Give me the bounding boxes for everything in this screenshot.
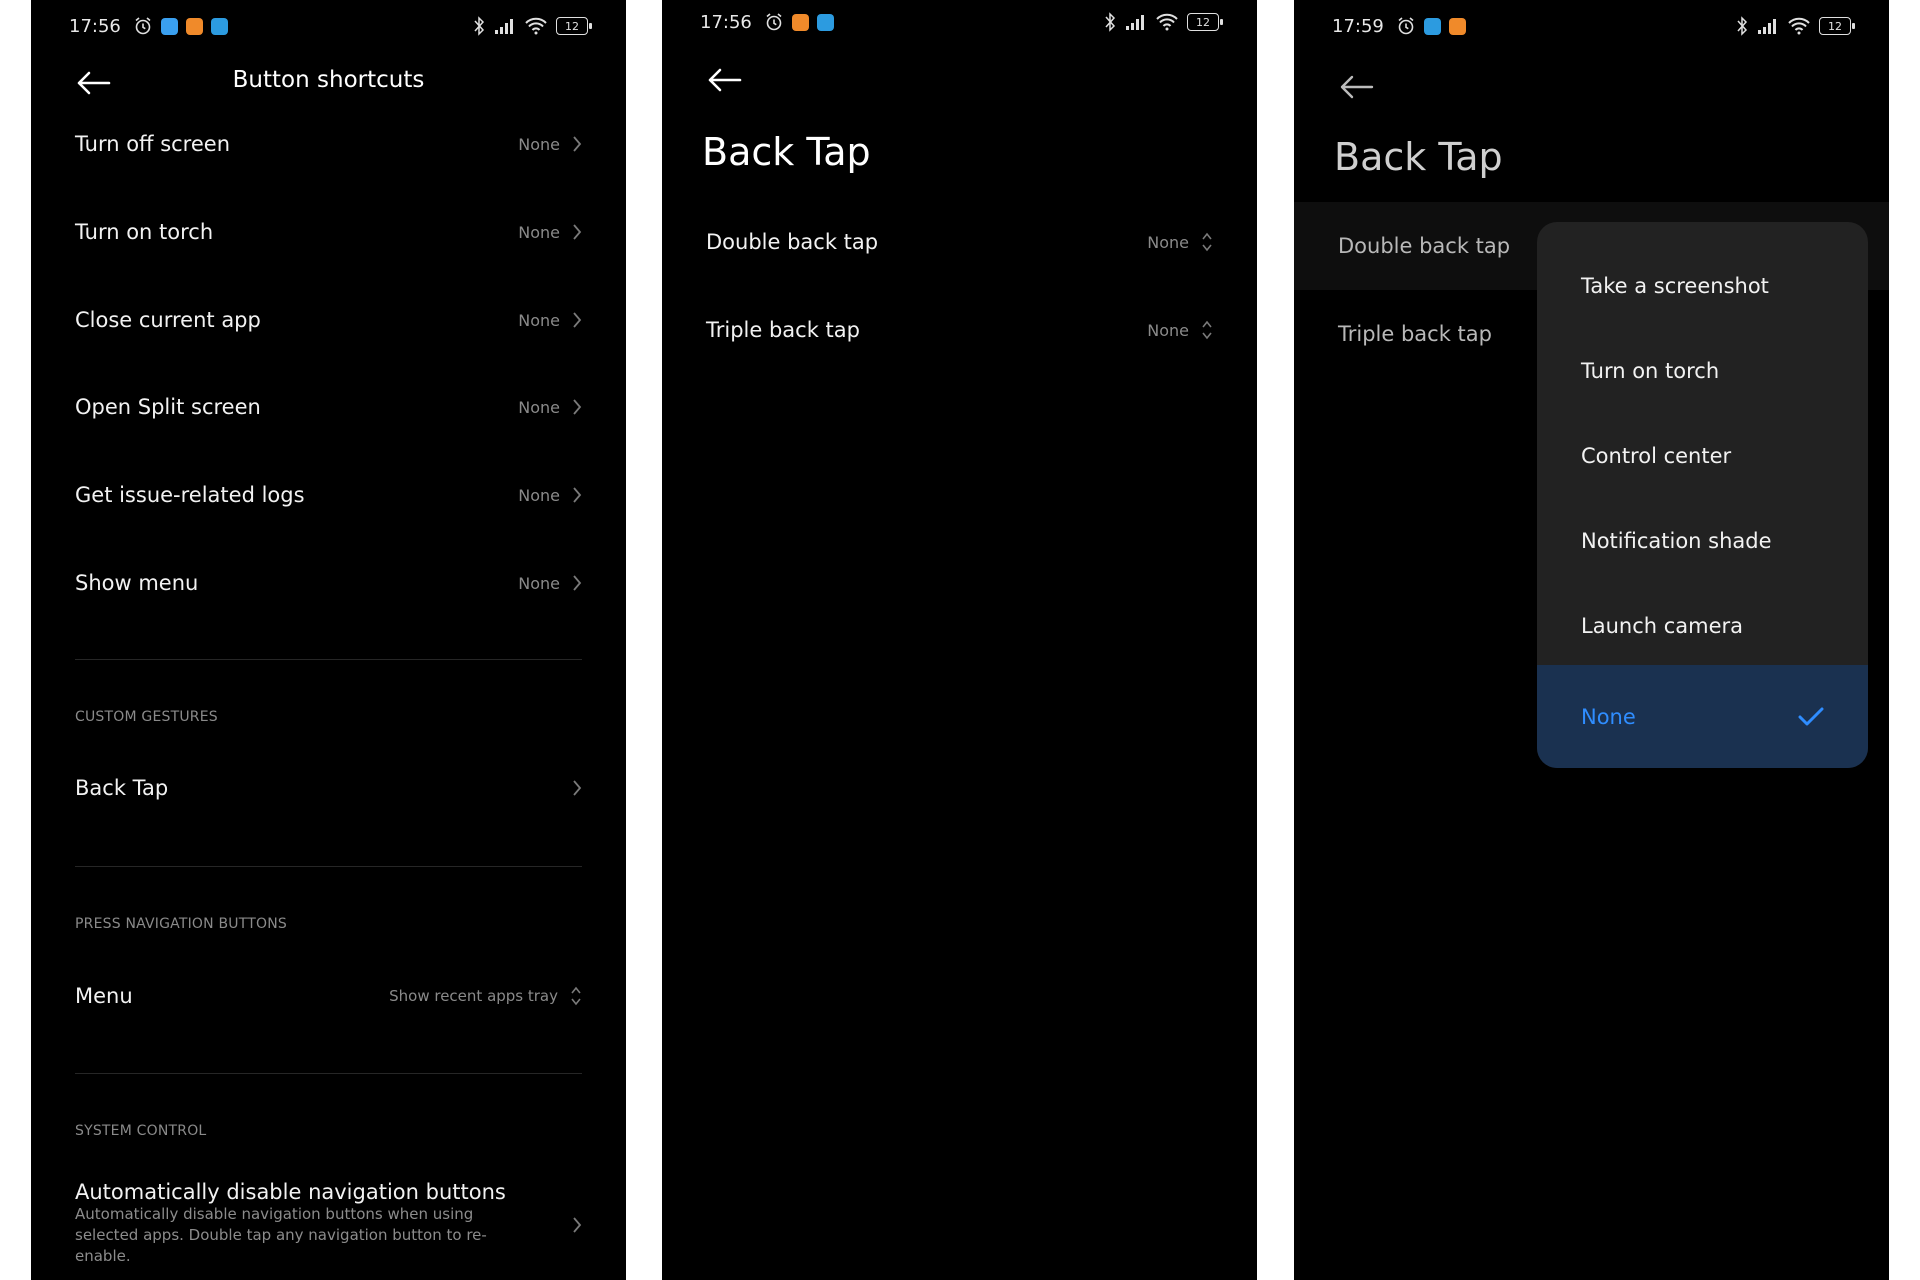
- battery-icon: 12: [1819, 17, 1855, 35]
- dropdown-option[interactable]: Notification shade: [1537, 498, 1868, 583]
- shortcut-row[interactable]: Close current app None: [75, 290, 582, 350]
- telegram-app-icon: [1423, 17, 1441, 35]
- wifi-icon: [1788, 17, 1810, 35]
- up-down-chevron-icon: [1202, 232, 1212, 252]
- bluetooth-icon: [1737, 16, 1748, 36]
- page-title: Back Tap: [702, 130, 871, 174]
- menu-row[interactable]: Menu Show recent apps tray: [75, 966, 582, 1026]
- telegram-app-icon: [816, 13, 834, 31]
- orange-app-icon: [1448, 17, 1466, 35]
- row-value: None: [1147, 232, 1189, 252]
- chevron-right-icon: [573, 487, 582, 503]
- row-label: Get issue-related logs: [75, 483, 305, 507]
- row-label: Close current app: [75, 308, 261, 332]
- row-value: None: [518, 485, 560, 505]
- row-value: None: [518, 573, 560, 593]
- alarm-icon: [766, 13, 782, 31]
- dropdown-option[interactable]: Control center: [1537, 413, 1868, 498]
- signal-icon: [495, 19, 513, 34]
- row-value: Show recent apps tray: [389, 987, 558, 1005]
- row-label: Back Tap: [75, 776, 169, 800]
- page-title: Button shortcuts: [232, 67, 425, 93]
- page-title: Back Tap: [1334, 135, 1503, 179]
- alarm-icon: [135, 17, 151, 35]
- action-dropdown: Take a screenshot Turn on torch Control …: [1537, 222, 1868, 768]
- chevron-right-icon: [573, 575, 582, 591]
- row-label: Triple back tap: [1338, 322, 1492, 346]
- wifi-icon: [1156, 13, 1178, 31]
- back-arrow-icon[interactable]: [704, 65, 744, 95]
- battery-level: 12: [556, 17, 588, 35]
- checkmark-icon: [1798, 707, 1824, 725]
- status-bar: 17:56 12: [700, 6, 1223, 38]
- back-tap-dropdown-screen: 17:59 12 Back Tap Double back tap Triple…: [1294, 0, 1889, 1280]
- selected-option-label: None: [1581, 704, 1636, 729]
- shortcut-row[interactable]: Open Split screen None: [75, 377, 582, 437]
- chevron-right-icon: [573, 224, 582, 240]
- back-tap-screen: 17:56 12 Back Tap Double back tap None T…: [662, 0, 1257, 1280]
- row-value: None: [1147, 320, 1189, 340]
- divider: [75, 1073, 582, 1074]
- orange-app-icon: [791, 13, 809, 31]
- row-value: None: [518, 222, 560, 242]
- row-label: Turn on torch: [75, 220, 214, 244]
- wifi-icon: [525, 17, 547, 35]
- double-back-tap-row[interactable]: Double back tap None: [706, 212, 1213, 272]
- back-arrow-icon[interactable]: [1336, 72, 1376, 102]
- section-header-custom-gestures: CUSTOM GESTURES: [75, 709, 218, 725]
- battery-icon: 12: [1187, 13, 1223, 31]
- chevron-right-icon: [573, 780, 582, 796]
- signal-icon: [1758, 19, 1776, 34]
- chevron-right-icon: [573, 312, 582, 328]
- dropdown-option-selected[interactable]: None: [1537, 665, 1868, 768]
- shortcut-row[interactable]: Get issue-related logs None: [75, 465, 582, 525]
- row-value: None: [518, 310, 560, 330]
- row-label: Open Split screen: [75, 395, 261, 419]
- battery-level: 12: [1187, 13, 1219, 31]
- triple-back-tap-row[interactable]: Triple back tap None: [706, 300, 1213, 360]
- shortcut-row[interactable]: Show menu None: [75, 553, 582, 613]
- shortcut-row[interactable]: Turn off screen None: [75, 114, 582, 174]
- row-value: None: [518, 134, 560, 154]
- row-label: Show menu: [75, 571, 199, 595]
- back-tap-row[interactable]: Back Tap: [75, 758, 582, 818]
- dropdown-option[interactable]: Take a screenshot: [1537, 243, 1868, 328]
- row-label: Menu: [75, 984, 133, 1008]
- row-label: Double back tap: [1338, 234, 1511, 258]
- bluetooth-icon: [474, 16, 485, 36]
- status-time: 17:56: [700, 11, 752, 33]
- row-label: Turn off screen: [75, 132, 230, 156]
- dropdown-option[interactable]: Launch camera: [1537, 583, 1868, 668]
- row-label: Double back tap: [706, 230, 879, 254]
- cloud-app-icon: [160, 17, 178, 35]
- up-down-chevron-icon: [1202, 320, 1212, 340]
- bluetooth-icon: [1105, 12, 1116, 32]
- chevron-right-icon: [573, 399, 582, 415]
- section-header-press-navigation: PRESS NAVIGATION BUTTONS: [75, 916, 287, 932]
- row-label: Triple back tap: [706, 318, 860, 342]
- orange-app-icon: [185, 17, 203, 35]
- button-shortcuts-screen: 17:56 12 Button shortcuts Turn off scree…: [31, 0, 626, 1280]
- section-header-system-control: SYSTEM CONTROL: [75, 1123, 207, 1139]
- status-bar: 17:59 12: [1332, 10, 1855, 42]
- status-time: 17:56: [69, 15, 121, 37]
- dropdown-option[interactable]: Turn on torch: [1537, 328, 1868, 413]
- divider: [75, 866, 582, 867]
- auto-disable-nav-row[interactable]: Automatically disable navigation buttons…: [75, 1180, 582, 1272]
- row-value: None: [518, 397, 560, 417]
- chevron-right-icon: [573, 1217, 582, 1233]
- signal-icon: [1126, 15, 1144, 30]
- divider: [75, 659, 582, 660]
- row-label: Automatically disable navigation buttons: [75, 1180, 506, 1204]
- battery-icon: 12: [556, 17, 592, 35]
- up-down-chevron-icon: [571, 986, 581, 1006]
- shortcut-row[interactable]: Turn on torch None: [75, 202, 582, 262]
- battery-level: 12: [1819, 17, 1851, 35]
- chevron-right-icon: [573, 136, 582, 152]
- alarm-icon: [1398, 17, 1414, 35]
- telegram-app-icon: [210, 17, 228, 35]
- status-bar: 17:56 12: [69, 10, 592, 42]
- row-description: Automatically disable navigation buttons…: [75, 1205, 487, 1265]
- status-time: 17:59: [1332, 15, 1384, 37]
